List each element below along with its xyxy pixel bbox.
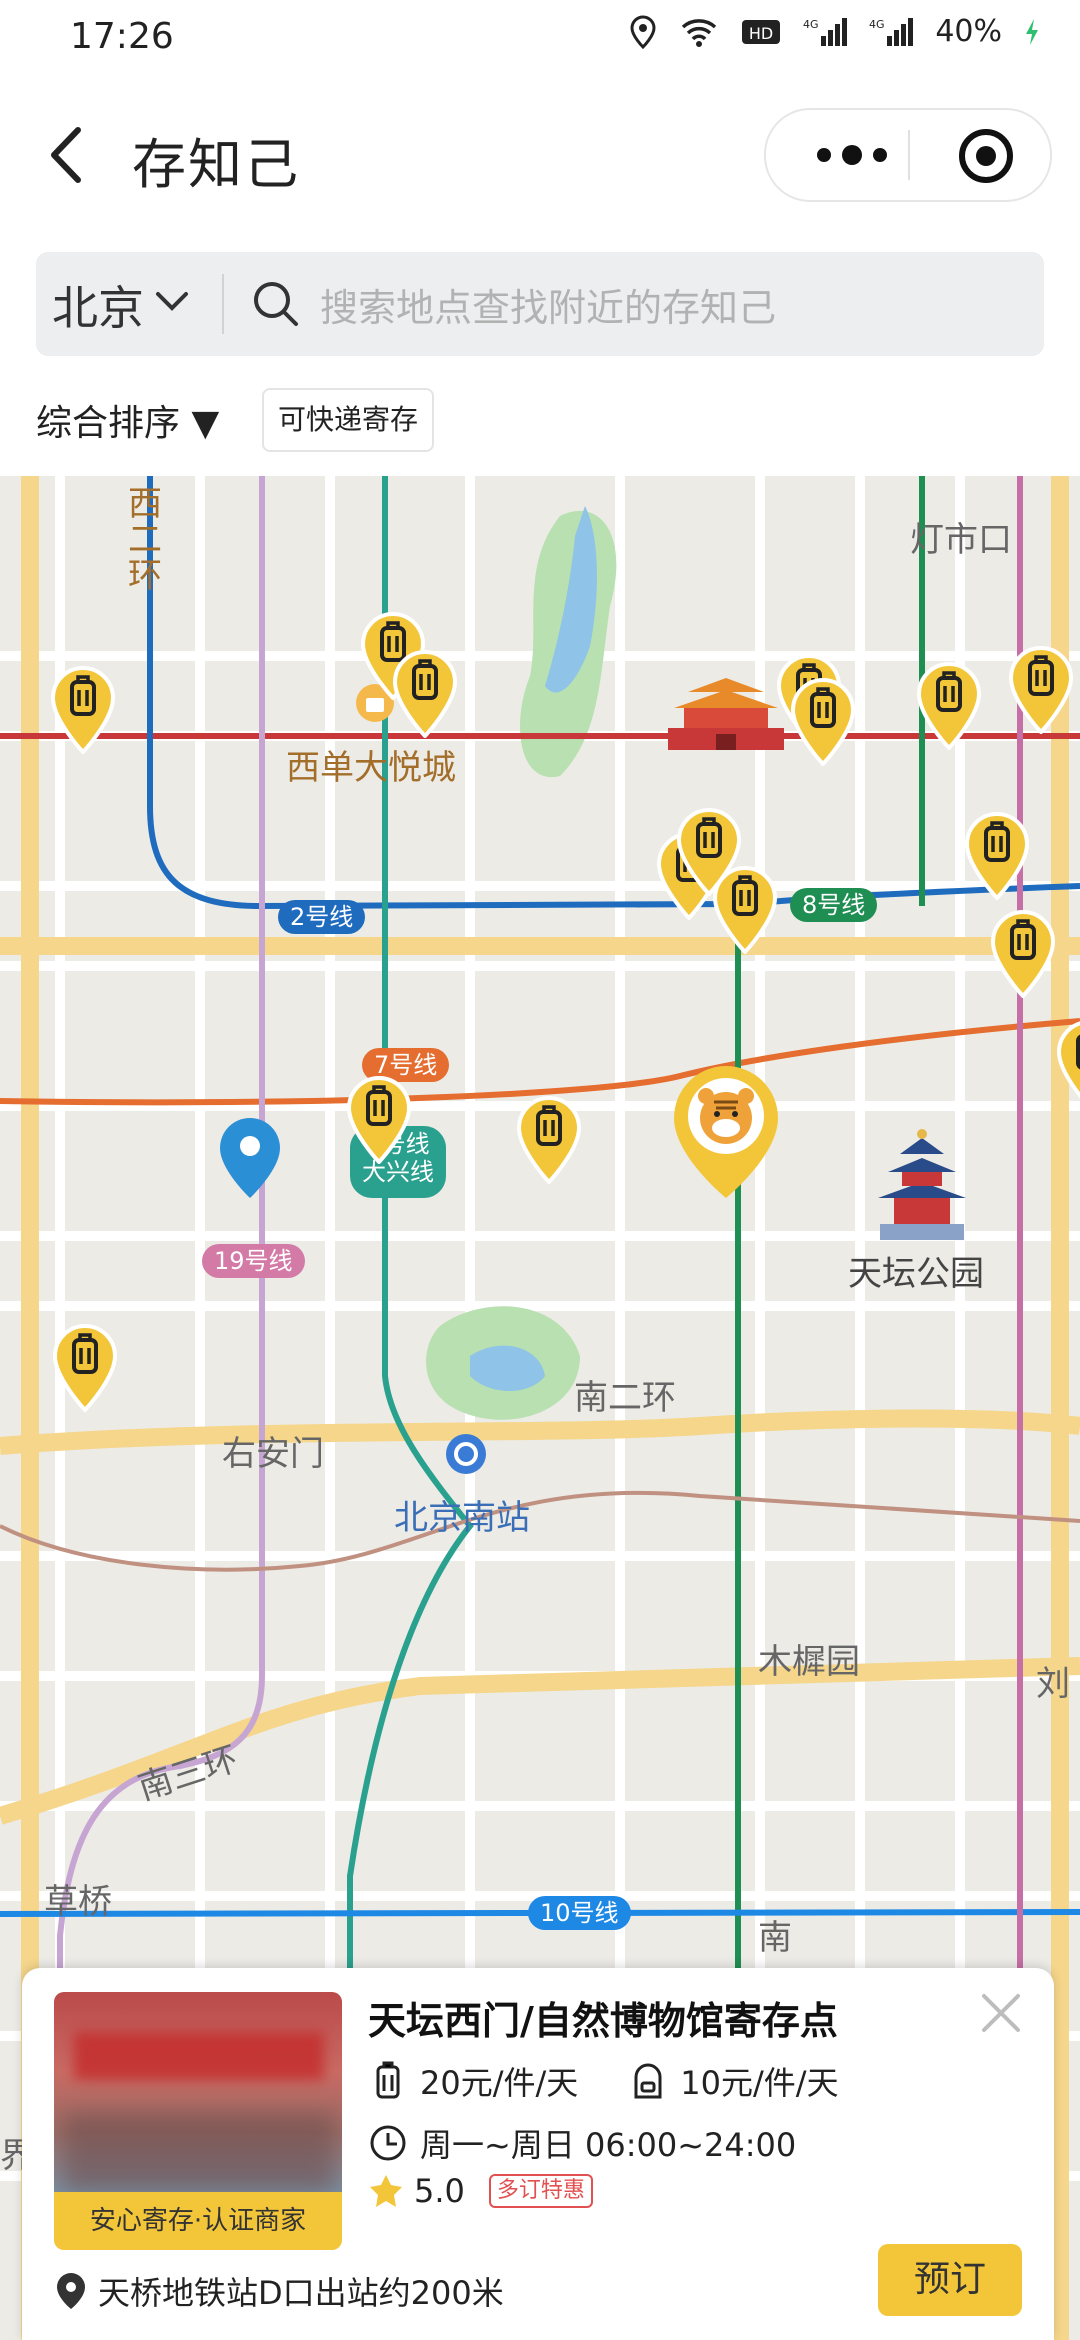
label-xidan: 西单大悦城	[286, 748, 456, 788]
hours-row: 周一~周日 06:00~24:00	[368, 2120, 796, 2166]
storage-marker-icon[interactable]	[392, 650, 458, 738]
label-liu: 刘	[1036, 1664, 1070, 1704]
promo-badge: 多订特惠	[488, 2174, 593, 2208]
label-caoqiao: 草桥	[44, 1882, 112, 1922]
back-arrow-icon[interactable]	[40, 120, 100, 190]
storage-marker-icon[interactable]	[50, 666, 116, 754]
suitcase-price: 20元/件/天	[420, 2064, 579, 2102]
hd-icon: HD	[742, 19, 781, 44]
certified-merchant-badge: 安心寄存·认证商家	[54, 2192, 342, 2250]
storage-marker-icon[interactable]	[1056, 1020, 1080, 1108]
line8-tag: 8号线	[790, 888, 878, 922]
storage-marker-icon[interactable]	[346, 1076, 412, 1164]
more-icon[interactable]	[802, 128, 902, 182]
backpack-price: 10元/件/天	[680, 2064, 839, 2102]
search-input[interactable]	[318, 282, 1022, 334]
svg-text:HD: HD	[749, 24, 773, 43]
svg-text:4G: 4G	[803, 18, 819, 31]
search-divider	[222, 274, 224, 334]
location-icon	[630, 14, 656, 49]
line19-tag: 19号线	[202, 1244, 305, 1278]
city-selector[interactable]: 北京	[52, 272, 144, 338]
suitcase-icon	[376, 2061, 400, 2099]
storage-marker-icon[interactable]	[1008, 646, 1074, 734]
filter-bar: 综合排序 ▼ 可快递寄存	[0, 370, 1080, 470]
star-icon	[370, 2175, 402, 2207]
search-icon	[254, 282, 298, 326]
express-storage-filter[interactable]: 可快递寄存	[262, 388, 435, 452]
status-time: 17:26	[70, 16, 174, 57]
label-youanmen: 右安门	[222, 1434, 324, 1474]
signal-icon-2: 4G	[869, 17, 914, 46]
storage-marker-icon[interactable]	[712, 866, 778, 954]
label-muxiyuan: 木樨园	[758, 1642, 860, 1682]
status-icons: HD 4G 4G 40%	[629, 14, 1040, 49]
price-row: 20元/件/天 10元/件/天	[368, 2058, 839, 2104]
svg-text:4G: 4G	[869, 18, 885, 31]
page-title: 存知己	[132, 133, 300, 196]
rating-row: 5.0 多订特惠	[368, 2172, 593, 2210]
address-row: 天桥地铁站D口出站约200米	[54, 2268, 504, 2314]
storage-marker-icon[interactable]	[516, 1096, 582, 1184]
label-nanerhuan: 南二环	[574, 1378, 676, 1418]
store-name: 天坛西门/自然博物馆寄存点	[368, 1999, 838, 2043]
title-bar: 存知己	[0, 80, 1080, 230]
line2-tag: 2号线	[278, 900, 366, 934]
label-tiantan: 天坛公园	[848, 1254, 984, 1294]
close-miniprogram-icon[interactable]	[956, 126, 1016, 186]
wifi-icon	[682, 18, 717, 47]
storage-marker-icon[interactable]	[916, 662, 982, 750]
battery-level: 40%	[935, 14, 1002, 49]
chevron-down-icon[interactable]	[152, 282, 192, 322]
temple-of-heaven-icon	[878, 1129, 966, 1240]
opening-hours: 周一~周日 06:00~24:00	[420, 2126, 797, 2164]
close-icon[interactable]	[976, 1988, 1026, 2038]
store-photo	[54, 1992, 342, 2192]
storage-marker-icon[interactable]	[790, 678, 856, 766]
label-nan: 南	[758, 1918, 792, 1958]
signal-icon: 4G	[803, 17, 848, 46]
storage-marker-icon[interactable]	[964, 812, 1030, 900]
capsule-divider	[908, 130, 910, 180]
book-button[interactable]: 预订	[878, 2244, 1022, 2316]
clock-icon	[370, 2125, 406, 2161]
search-bar: 北京	[36, 252, 1044, 356]
current-location-pin-icon	[220, 1118, 280, 1198]
mini-program-capsule	[764, 108, 1052, 202]
charging-icon	[1026, 18, 1038, 45]
sort-dropdown[interactable]: 综合排序 ▼	[36, 394, 219, 446]
backpack-icon	[634, 2063, 662, 2099]
storage-marker-icon[interactable]	[52, 1324, 118, 1412]
label-xi-er-huan: 西二环	[128, 484, 162, 596]
status-bar: 17:26 HD 4G 4G 40%	[0, 0, 1080, 80]
selected-storage-pin-icon[interactable]	[670, 1062, 782, 1202]
label-beijingnan: 北京南站	[394, 1498, 530, 1538]
station-icon	[446, 1434, 486, 1474]
rating-value: 5.0	[414, 2172, 465, 2210]
storage-detail-card[interactable]: 安心寄存·认证商家 天坛西门/自然博物馆寄存点 20元/件/天 10元/件/天 …	[22, 1968, 1054, 2340]
storage-marker-icon[interactable]	[990, 910, 1056, 998]
tiananmen-icon	[668, 678, 784, 750]
label-dengshikou: 灯市口	[910, 520, 1012, 560]
location-pin-icon	[57, 2273, 85, 2309]
address-text: 天桥地铁站D口出站约200米	[98, 2274, 504, 2312]
line10-tag: 10号线	[528, 1896, 631, 1930]
